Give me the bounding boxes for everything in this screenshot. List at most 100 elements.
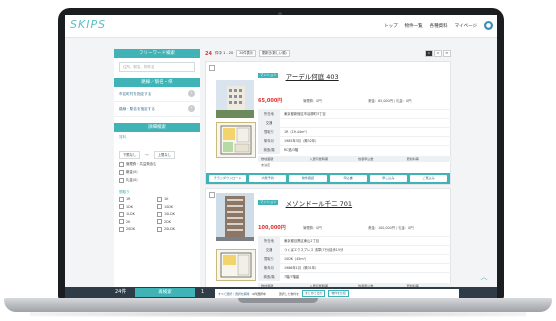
sidebar-item-station[interactable]: 路線・駅名を指定する › [114,102,200,117]
sidebar-item-label: 路線・駅名を指定する [119,107,155,111]
checkbox-icon [119,211,124,217]
rent-tilde: 〜 [145,153,149,157]
nav-mypage[interactable]: マイページ [455,23,477,29]
checkbox-key-money[interactable]: 礼金(0) [114,176,200,184]
detail-value: 1R（19.44m²） [284,130,309,134]
nav-listings[interactable]: 物件一覧 [405,23,423,29]
property-photo[interactable] [216,193,254,241]
user-icon[interactable]: ● [484,21,493,30]
confirm-button[interactable]: 物件確認 [289,175,327,182]
pagination: 1 2 ≫ [425,50,451,57]
sub-cell: 未決定 [261,163,271,167]
property-card: マンション メゾンドール千二 701 100,000円 管理費：0円 敷金：10… [205,188,452,298]
checkbox-icon [157,211,162,217]
select-checkbox[interactable] [209,192,215,198]
rent-label: 賃料 [119,135,127,139]
per-page-select[interactable]: 20件表示 [236,50,256,57]
rent-price: 65,000円 [258,98,283,104]
compare-button[interactable]: 物件を比較 [328,290,349,297]
hold-button[interactable]: ご見込み [409,175,448,182]
property-title[interactable]: メゾンドール千二 701 [286,198,352,208]
research-button[interactable]: 再検索 [135,288,195,297]
application-form-button[interactable]: 申込書 [329,175,367,182]
layout-option[interactable]: 1LDK [119,211,157,219]
checkbox-icon [119,169,124,175]
page-2[interactable]: 2 [434,50,442,57]
checkbox-icon [119,204,124,209]
search-sidebar: フリーワード検索 住所、駅名、物件名 路線／駅名・県 市区町村を指定する › 路… [114,49,200,289]
property-photo[interactable] [216,80,254,118]
sidebar-item-city[interactable]: 市区町村を指定する › [114,87,200,102]
detail-value: RC造/3階 [284,148,299,152]
chevron-right-icon: › [188,105,195,112]
detail-row: 間取り 1R（19.44m²） [258,127,452,136]
layout-option[interactable]: 1R [119,196,157,204]
detail-title: 詳細検索 [114,123,200,132]
layout-option-label: 1DK [126,204,133,209]
detail-key: 交通 [258,119,280,127]
nav-top[interactable]: トップ [384,23,398,29]
detail-key: 交通 [258,246,280,254]
nav-documents[interactable]: 各種資料 [430,23,448,29]
select-checkbox[interactable] [209,65,215,71]
detail-key: 所在地 [258,110,280,118]
detail-row: 築年月 1986年1月（築31年） [258,263,452,272]
layout-option[interactable]: 2SLDK [157,226,195,234]
bulk-label: 選択した物件を [278,291,300,296]
select-all-link[interactable]: すべて選択 / 選択を解除 [218,292,249,296]
layout-option[interactable]: 2K [119,219,157,227]
detail-row: 構造/階 RC造/3階 [258,145,452,154]
layout-option-label: 2K [126,219,131,224]
checkbox-deposit[interactable]: 敷金(0) [114,168,200,176]
layout-option[interactable]: 1SLDK [157,211,195,219]
checkbox-icon [157,204,162,209]
building-photo-icon [216,193,254,241]
detail-value: 東京都新宿区市谷柳町3丁目 [284,112,326,116]
free-search-title: フリーワード検索 [114,49,200,58]
detail-row: 構造/階 7階/7階建 [258,272,452,281]
app-logo[interactable]: SKIPS [70,18,106,31]
layout-option[interactable]: 2SDK [119,226,157,234]
selected-count: 0件選択中 [252,291,266,296]
apply-button[interactable]: 申し込み [369,175,407,182]
layout-option[interactable]: 2DK [157,219,195,227]
deposit-info: 敷金：100,000円 / 礼金：0円 [368,226,414,230]
layout-option-label: 1SDK [164,204,174,209]
property-summary: マンション アーデル何庭 403 65,000円 管理費：0円 敷金：65,00… [258,65,452,168]
results-panel: 24 件中 1 - 20 20件表示 更新日(新しい順) 1 2 ≫ マンション… [205,49,452,298]
detail-key: 所在地 [258,237,280,245]
chevron-up-icon[interactable]: ︿ [480,273,488,281]
property-summary: マンション メゾンドール千二 701 100,000円 管理費：0円 敷金：10… [258,192,452,289]
layout-option[interactable]: 1SDK [157,204,195,212]
detail-key: 間取り [258,128,280,136]
app-header: SKIPS トップ 物件一覧 各種資料 マイページ ● [65,15,497,38]
property-details: 所在地 東京都新宿区市谷柳町3丁目 交通 間取り 1R（19.44m²） 築年月 19… [258,109,452,154]
floor-plan[interactable] [216,122,256,158]
rent-max-select[interactable]: 上限なし [153,151,175,159]
property-title[interactable]: アーデル何庭 403 [286,71,339,81]
property-details: 所在地 東京都目黒区東山2丁目 交通 つくばエクスプレス 浅草(7分)徒歩15分 間… [258,236,452,281]
checkbox-fee[interactable]: 管理費・共益費含む [114,160,200,168]
rent-min-select[interactable]: 下限なし [119,151,141,159]
checkbox-label: 敷金(0) [126,170,138,174]
bulk-output-button[interactable]: まとめて出力 [302,290,326,297]
free-search-input[interactable]: 住所、駅名、物件名 [119,62,195,72]
detail-value: 7階/7階建 [284,275,300,279]
sort-select[interactable]: 更新日(新しい順) [258,50,290,57]
detail-row: 交通 [258,118,452,127]
sub-table-row: 未決定 [258,162,452,168]
layout-option[interactable]: 1DK [119,204,157,212]
management-fee: 管理費：0円 [303,226,322,230]
detail-key: 構造/階 [258,146,280,154]
detail-value: つくばエクスプレス 浅草(7分)徒歩15分 [284,248,344,252]
viewing-button[interactable]: 内見予約 [249,175,287,182]
page-1[interactable]: 1 [425,50,433,57]
layout-label: 間取り [119,190,130,194]
page-next[interactable]: ≫ [443,50,451,57]
floor-plan[interactable] [216,249,256,281]
rent-price: 100,000円 [258,225,286,231]
layout-option[interactable]: 1K [157,196,195,204]
laptop-screen: SKIPS トップ 物件一覧 各種資料 マイページ ● フリーワード検索 住所、… [65,15,497,298]
top-nav: トップ 物件一覧 各種資料 マイページ ● [384,21,493,30]
flyer-download-button[interactable]: チラシダウンロード [209,175,247,182]
